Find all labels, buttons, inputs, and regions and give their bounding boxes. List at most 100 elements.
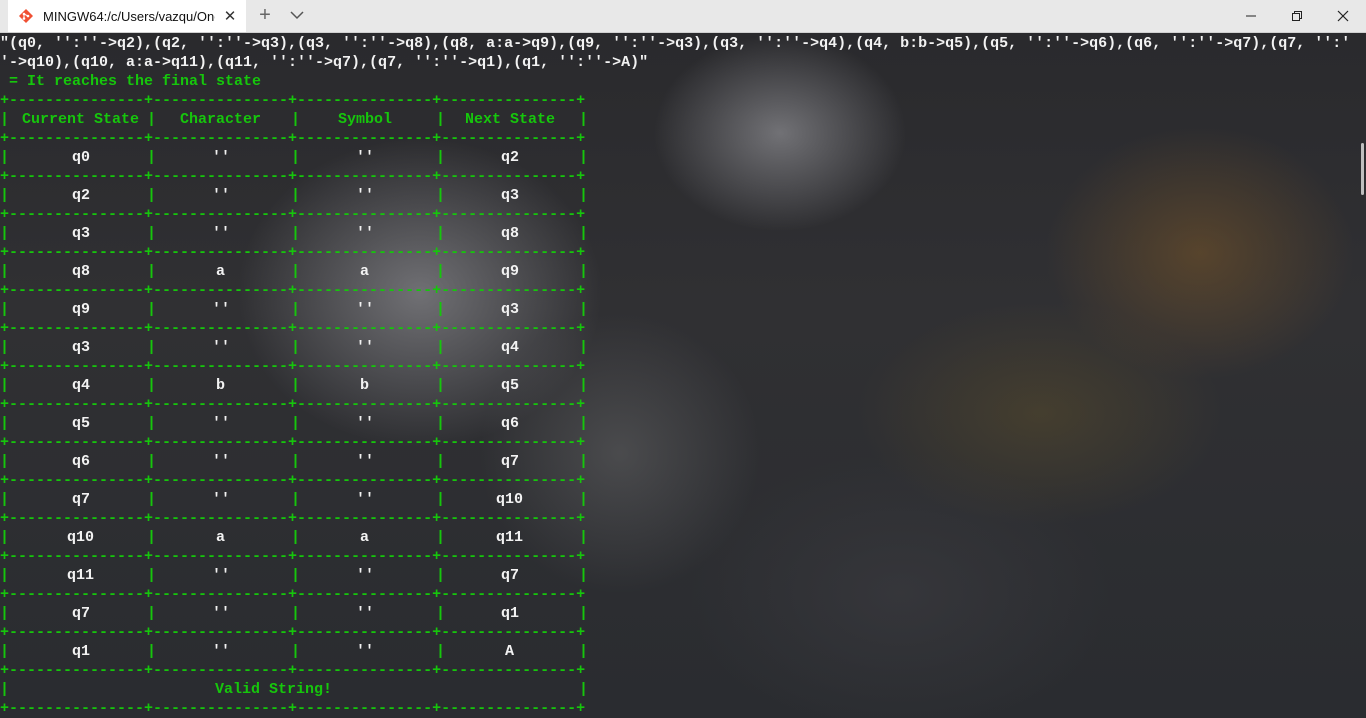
table-border: +---------------+---------------+-------… [0,92,586,109]
table-divider: | [291,301,301,318]
table-divider: | [579,529,589,546]
table-cell: q1 [501,605,520,622]
table-divider: | [291,605,301,622]
table-border: +---------------+---------------+-------… [0,548,586,565]
table-border: +---------------+---------------+-------… [0,168,586,185]
table-divider: | [0,491,10,508]
table-divider: | [579,453,589,470]
table-row: | | | | | q2 '' '' q3 [0,186,589,205]
table-cell: q5 [72,415,91,432]
minimize-button[interactable] [1228,0,1274,32]
table-cell: q4 [501,339,520,356]
table-divider: | [436,111,446,128]
table-cell: '' [356,567,375,584]
table-border: +---------------+---------------+-------… [0,396,586,413]
table-row: | | | | | q0 '' '' q2 [0,148,589,167]
table-divider: | [147,605,157,622]
title-bar: MINGW64:/c/Users/vazqu/OneD ✕ + [0,0,1366,33]
table-cell: q0 [72,149,91,166]
maximize-button[interactable] [1274,0,1320,32]
table-border: +---------------+---------------+-------… [0,358,586,375]
table-divider: | [579,187,589,204]
table-cell: q2 [72,187,91,204]
table-divider: | [436,491,446,508]
table-cell: '' [212,491,231,508]
table-divider: | [0,643,10,660]
table-header-row: | | | | | Current State Character Symbol Next St… [0,110,588,129]
table-divider: | [147,491,157,508]
table-cell: a [360,263,370,280]
table-divider: | [436,339,446,356]
table-cell: q7 [501,567,520,584]
output-line-1: "(q0, '':''->q2),(q2, '':''->q3),(q3, ''… [0,35,1351,52]
table-divider: | [291,529,301,546]
table-divider: | [436,643,446,660]
table-footer-row: | | Valid String! [0,680,588,699]
table-divider: | [147,263,157,280]
table-border: +---------------+---------------+-------… [0,206,586,223]
table-cell: '' [212,339,231,356]
table-divider: | [0,605,10,622]
table-cell: q7 [72,605,91,622]
table-cell: q11 [67,567,95,584]
table-divider: | [147,643,157,660]
table-row: | | | | | q6 '' '' q7 [0,452,589,471]
table-divider: | [579,643,589,660]
table-cell: q3 [72,339,91,356]
table-header: Character [180,111,262,128]
table-row: | | | | | q7 '' '' q10 [0,490,588,509]
table-cell: '' [212,301,231,318]
table-divider: | [147,149,157,166]
table-row: | | | | | q1 '' '' A [0,642,589,661]
terminal-tab[interactable]: MINGW64:/c/Users/vazqu/OneD ✕ [8,0,246,32]
table-cell: q6 [72,453,91,470]
table-cell: q11 [496,529,524,546]
table-divider: | [0,339,10,356]
table-divider: | [147,111,157,128]
table-cell: b [216,377,226,394]
table-divider: | [147,453,157,470]
table-divider: | [147,187,157,204]
table-border: +---------------+---------------+-------… [0,320,586,337]
minimize-icon [1246,15,1256,17]
table-divider: | [0,529,10,546]
table-cell: q7 [501,453,520,470]
table-divider: | [579,263,589,280]
new-tab-button[interactable]: + [254,5,276,25]
close-tab-icon[interactable]: ✕ [221,7,239,25]
table-divider: | [291,149,301,166]
table-cell: q10 [496,491,524,508]
table-divider: | [0,567,10,584]
table-divider: | [291,453,301,470]
table-divider: | [291,567,301,584]
table-divider: | [291,415,301,432]
table-divider: | [0,453,10,470]
table-cell: '' [212,453,231,470]
table-row: | | | | | q9 '' '' q3 [0,300,588,319]
table-divider: | [579,377,589,394]
table-divider: | [0,681,10,698]
table-cell: '' [356,225,375,242]
table-cell: q1 [72,643,91,660]
table-cell: q9 [501,263,520,280]
table-divider: | [436,453,446,470]
close-window-button[interactable] [1320,0,1366,32]
table-cell: q9 [72,301,91,318]
table-cell: '' [356,453,375,470]
table-divider: | [579,149,589,166]
scrollbar[interactable] [1361,143,1364,195]
transition-table: +---------------+---------------+-------… [0,91,589,718]
terminal-area[interactable]: "(q0, '':''->q2),(q2, '':''->q3),(q3, ''… [0,33,1366,718]
table-row: | | | | | q3 '' '' q8 [0,224,588,243]
table-cell: q4 [72,377,91,394]
table-divider: | [291,187,301,204]
table-cell: b [360,377,370,394]
table-border: +---------------+---------------+-------… [0,434,586,451]
table-cell: q6 [501,415,520,432]
table-cell: a [216,263,226,280]
tab-dropdown-chevron-icon[interactable] [288,6,306,24]
table-divider: | [436,605,446,622]
table-cell: '' [212,605,231,622]
table-divider: | [436,377,446,394]
table-row: | | | | | q5 '' '' q6 [0,414,588,433]
